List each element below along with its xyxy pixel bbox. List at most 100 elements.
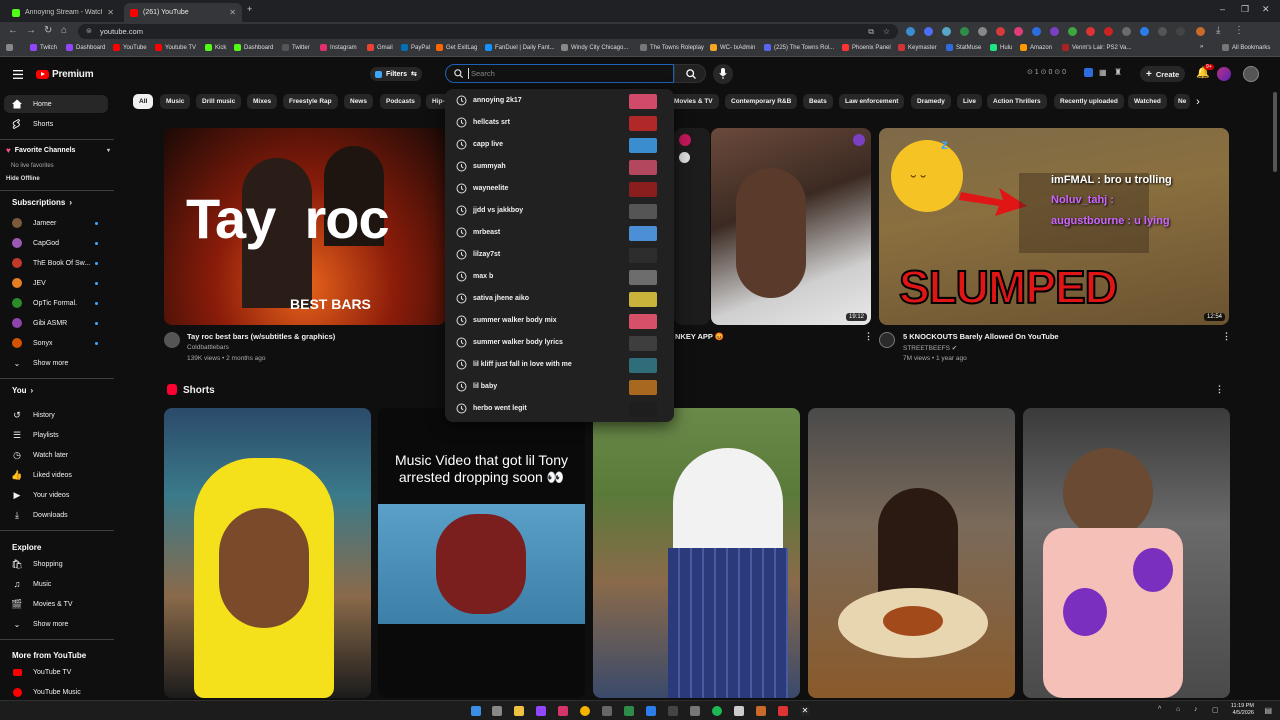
- app-taskbar-icon[interactable]: [690, 706, 700, 716]
- bookmark-item[interactable]: PayPal: [401, 44, 430, 51]
- video-thumbnail[interactable]: Tay roc BEST BARS: [164, 128, 446, 325]
- download-browser-icon[interactable]: ⤓: [1216, 26, 1220, 36]
- extension-avatar-icon[interactable]: [1217, 67, 1231, 81]
- chip[interactable]: Movies & TV: [668, 94, 719, 109]
- bookmark-item[interactable]: Kick: [205, 44, 226, 51]
- bookmark-item[interactable]: Dashboard: [234, 44, 273, 51]
- sidebar-item-shopping[interactable]: 🛍 Shopping: [4, 555, 108, 573]
- youtube-premium-logo[interactable]: Premium: [36, 69, 94, 80]
- sidepanel-icon[interactable]: [1176, 27, 1185, 36]
- account-avatar[interactable]: [1243, 66, 1259, 82]
- sidebar-item-downloads[interactable]: ⤓ Downloads: [4, 506, 108, 524]
- bookmark-item[interactable]: Instagram: [320, 44, 357, 51]
- bookmark-item[interactable]: Keymaster: [898, 44, 937, 51]
- create-button[interactable]: + Create: [1140, 66, 1186, 82]
- bookmark-star-icon[interactable]: ☆: [883, 24, 890, 39]
- bookmark-item[interactable]: Twitch: [30, 44, 57, 51]
- subscription-item[interactable]: CapGod: [4, 234, 108, 252]
- short-card[interactable]: [164, 408, 371, 698]
- short-card[interactable]: [1023, 408, 1230, 698]
- subscription-item[interactable]: OpTic Formal.: [4, 294, 108, 312]
- bookmark-item[interactable]: Hulu: [990, 44, 1012, 51]
- bookmark-item[interactable]: StatMuse: [946, 44, 981, 51]
- more-bookmarks-icon[interactable]: »: [1200, 44, 1203, 50]
- suggestion-item[interactable]: capp live: [445, 134, 674, 156]
- site-info-icon[interactable]: ⊜: [86, 24, 92, 39]
- trophy-icon[interactable]: ♜: [1114, 67, 1122, 78]
- extension-icon[interactable]: [996, 27, 1005, 36]
- bookmark-item[interactable]: Gmail: [367, 44, 393, 51]
- minimize-icon[interactable]: –: [1220, 4, 1225, 14]
- sidebar-item-music[interactable]: ♫ Music: [4, 575, 108, 593]
- chevron-right-icon[interactable]: ›: [1190, 96, 1206, 108]
- channel-avatar[interactable]: [879, 332, 895, 348]
- chip[interactable]: Drill music: [196, 94, 242, 109]
- network-icon[interactable]: ⌂: [1176, 706, 1180, 713]
- extension-icon[interactable]: [978, 27, 987, 36]
- video-title[interactable]: 5 KNOCKOUTS Barely Allowed On YouTube: [903, 332, 1059, 341]
- bookmark-item[interactable]: (225) The Towns Rol...: [764, 44, 834, 51]
- video-thumbnail-partial[interactable]: [674, 128, 710, 325]
- short-card[interactable]: [593, 408, 800, 698]
- spotify-icon[interactable]: [712, 706, 722, 716]
- subscription-item[interactable]: Gibi ASMR: [4, 314, 108, 332]
- hamburger-menu-icon[interactable]: [13, 70, 23, 79]
- page-scrollbar[interactable]: [1273, 92, 1277, 172]
- subscription-item[interactable]: ThE Book Of Sw...: [4, 254, 108, 272]
- app-taskbar-icon[interactable]: [668, 706, 678, 716]
- sidebar-item-your-videos[interactable]: ▶ Your videos: [4, 486, 108, 504]
- search-input[interactable]: Search: [445, 64, 674, 83]
- suggestion-item[interactable]: lil baby: [445, 376, 674, 398]
- bookmark-item[interactable]: Dashboard: [66, 44, 105, 51]
- channel-name[interactable]: STREETBEEFS ✔: [903, 344, 957, 352]
- close-tab-icon[interactable]: ✕: [229, 8, 236, 17]
- subscription-item[interactable]: Sonyx: [4, 334, 108, 352]
- bookmark-item[interactable]: Windy City Chicago...: [561, 44, 628, 51]
- bookmark-item[interactable]: YouTube: [113, 44, 147, 51]
- suggestion-item[interactable]: hellcats srt: [445, 112, 674, 134]
- extension-icon[interactable]: [906, 27, 915, 36]
- app-taskbar-icon[interactable]: [734, 706, 744, 716]
- bookmark-item[interactable]: The Towns Roleplay: [640, 44, 704, 51]
- channel-avatar[interactable]: [164, 332, 180, 348]
- chip[interactable]: Contemporary R&B: [725, 94, 798, 109]
- bookmark-item[interactable]: WC- txAdmin: [710, 44, 755, 51]
- suggestion-item[interactable]: lil kliff just fall in love with me: [445, 354, 674, 376]
- app-taskbar-icon[interactable]: [558, 706, 568, 716]
- chip[interactable]: News: [344, 94, 373, 109]
- tab-annoying-stream[interactable]: Annoying Stream - Watch Live ✕: [6, 3, 120, 22]
- all-bookmarks[interactable]: All Bookmarks: [1222, 44, 1270, 51]
- suggestion-item[interactable]: summyah: [445, 156, 674, 178]
- app-taskbar-icon[interactable]: [756, 706, 766, 716]
- chip[interactable]: Ne: [1174, 94, 1191, 109]
- extension-icon[interactable]: [1014, 27, 1023, 36]
- forward-icon[interactable]: →: [26, 26, 36, 36]
- bookmark-item[interactable]: Venm's Lair: PS2 Va...: [1062, 44, 1131, 51]
- extension-icon[interactable]: [960, 27, 969, 36]
- video-thumbnail[interactable]: ˘ ˘ z imFMAL : bro u trolling Noluv_tahj…: [879, 128, 1229, 325]
- bookmark-item[interactable]: Twitter: [282, 44, 310, 51]
- subscriptions-header[interactable]: Subscriptions ›: [12, 198, 72, 207]
- puzzle-icon[interactable]: [1158, 27, 1167, 36]
- suggestion-item[interactable]: herbo went legit: [445, 398, 674, 420]
- profile-avatar[interactable]: [1196, 27, 1205, 36]
- short-card[interactable]: [808, 408, 1015, 698]
- notification-center-icon[interactable]: ▤: [1264, 706, 1272, 715]
- video-title[interactable]: Tay roc best bars (w/subtitles & graphic…: [187, 332, 335, 341]
- tray-chevron-icon[interactable]: ^: [1158, 706, 1161, 713]
- bookmark-item[interactable]: Amazon: [1020, 44, 1052, 51]
- suggestion-item[interactable]: summer walker body lyrics: [445, 332, 674, 354]
- suggestion-item[interactable]: wayneelite: [445, 178, 674, 200]
- grid-icon[interactable]: ▦: [1099, 68, 1107, 77]
- app-taskbar-icon[interactable]: [646, 706, 656, 716]
- chip[interactable]: Music: [160, 94, 191, 109]
- chip[interactable]: Mixes: [247, 94, 278, 109]
- chip[interactable]: Action Thrillers: [987, 94, 1047, 109]
- system-clock[interactable]: 11:19 PM 4/5/2026: [1231, 703, 1254, 717]
- favorite-channels-header[interactable]: ♥ Favorite Channels ▾: [6, 146, 110, 155]
- chip[interactable]: All: [133, 94, 154, 109]
- extension-icon[interactable]: [924, 27, 933, 36]
- app-taskbar-icon[interactable]: [492, 706, 502, 716]
- sidebar-item-playlists[interactable]: ☰ Playlists: [4, 426, 108, 444]
- hide-offline-toggle[interactable]: Hide Offline: [6, 176, 40, 182]
